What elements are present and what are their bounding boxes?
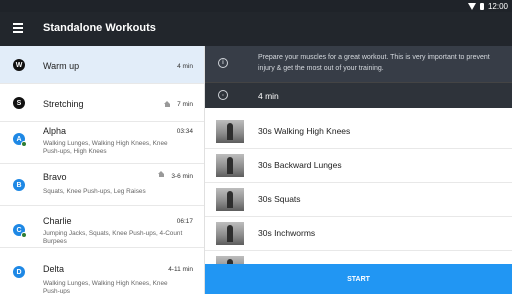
exercise-thumbnail <box>216 222 244 245</box>
duration-text: 4 min <box>258 91 279 101</box>
workout-badge: C <box>13 224 27 238</box>
workout-description: Squats, Knee Push-ups, Leg Raises <box>43 188 146 195</box>
workout-badge: W <box>13 59 25 71</box>
workout-name: Bravo <box>43 172 67 182</box>
workout-name: Alpha <box>43 126 67 136</box>
exercise-name: 30s Walking High Knees <box>258 126 351 136</box>
workout-badge: B <box>13 179 25 191</box>
home-icon <box>158 171 165 177</box>
workout-list[interactable]: W Warm up 4 min S Stretching 7 min A Alp… <box>0 46 205 294</box>
app-bar: Standalone Workouts <box>0 12 512 46</box>
workout-description: Jumping Jacks, Squats, Knee Push-ups, 4-… <box>43 230 183 245</box>
workout-item-stretching[interactable]: S Stretching 7 min <box>0 84 204 122</box>
menu-icon[interactable] <box>13 23 23 33</box>
workout-badge: S <box>13 97 25 109</box>
duration-panel: ⋅ 4 min <box>205 82 512 108</box>
workout-description: Walking Lunges, Walking High Knees, Knee… <box>43 280 168 294</box>
exercise-name: 30s Squats <box>258 194 301 204</box>
clock-icon: ⋅ <box>218 90 228 100</box>
home-icon <box>164 101 171 107</box>
system-icons: 12:00 <box>467 0 508 12</box>
workout-detail: i Prepare your muscles for a great worko… <box>205 46 512 294</box>
workout-description: Walking Lunges, Walking High Knees, Knee… <box>43 140 168 155</box>
workout-name: Delta <box>43 264 65 274</box>
info-text: Prepare your muscles for a great workout… <box>258 54 490 72</box>
completed-check-icon <box>21 232 27 238</box>
workout-duration: 03:34 <box>176 128 193 135</box>
status-bar: 12:00 <box>0 0 512 12</box>
workout-item-warm-up[interactable]: W Warm up 4 min <box>0 46 204 84</box>
exercise-thumbnail <box>216 188 244 211</box>
workout-duration: 4-11 min <box>168 266 193 273</box>
exercise-item[interactable]: 30s Inchworms <box>205 217 512 251</box>
workout-name: Charlie <box>43 216 72 226</box>
status-time: 12:00 <box>487 1 508 11</box>
workout-item-bravo[interactable]: B Bravo 3-6 min Squats, Knee Push-ups, L… <box>0 164 204 206</box>
battery-icon <box>479 2 484 10</box>
workout-duration: 7 min <box>177 101 193 108</box>
exercise-item[interactable]: 30s Backward Lunges <box>205 149 512 183</box>
info-icon: i <box>218 58 228 68</box>
exercise-item[interactable]: 30s Walking High Knees <box>205 115 512 149</box>
wifi-icon <box>467 2 476 10</box>
page-title: Standalone Workouts <box>43 22 156 34</box>
start-button[interactable]: START <box>205 264 512 294</box>
exercise-thumbnail <box>216 154 244 177</box>
workout-item-charlie[interactable]: C Charlie 06:17 Jumping Jacks, Squats, K… <box>0 206 204 248</box>
workout-duration: 4 min <box>177 63 193 70</box>
start-button-label: START <box>347 275 370 283</box>
exercise-name: 30s Backward Lunges <box>258 160 342 170</box>
workout-name: Stretching <box>43 99 84 109</box>
workout-duration: 06:17 <box>176 218 193 225</box>
workout-item-delta[interactable]: D Delta 4-11 min Walking Lunges, Walking… <box>0 248 204 294</box>
completed-check-icon <box>21 141 27 147</box>
workout-name: Warm up <box>43 61 80 71</box>
exercise-thumbnail <box>216 120 244 143</box>
info-panel: i Prepare your muscles for a great worko… <box>205 46 512 82</box>
exercise-name: 30s Inchworms <box>258 228 316 238</box>
workout-badge: D <box>13 266 25 278</box>
workout-item-alpha[interactable]: A Alpha 03:34 Walking Lunges, Walking Hi… <box>0 122 204 164</box>
workout-duration: 3-6 min <box>171 173 193 180</box>
exercise-item[interactable]: 30s Squats <box>205 183 512 217</box>
workout-badge: A <box>13 133 27 147</box>
